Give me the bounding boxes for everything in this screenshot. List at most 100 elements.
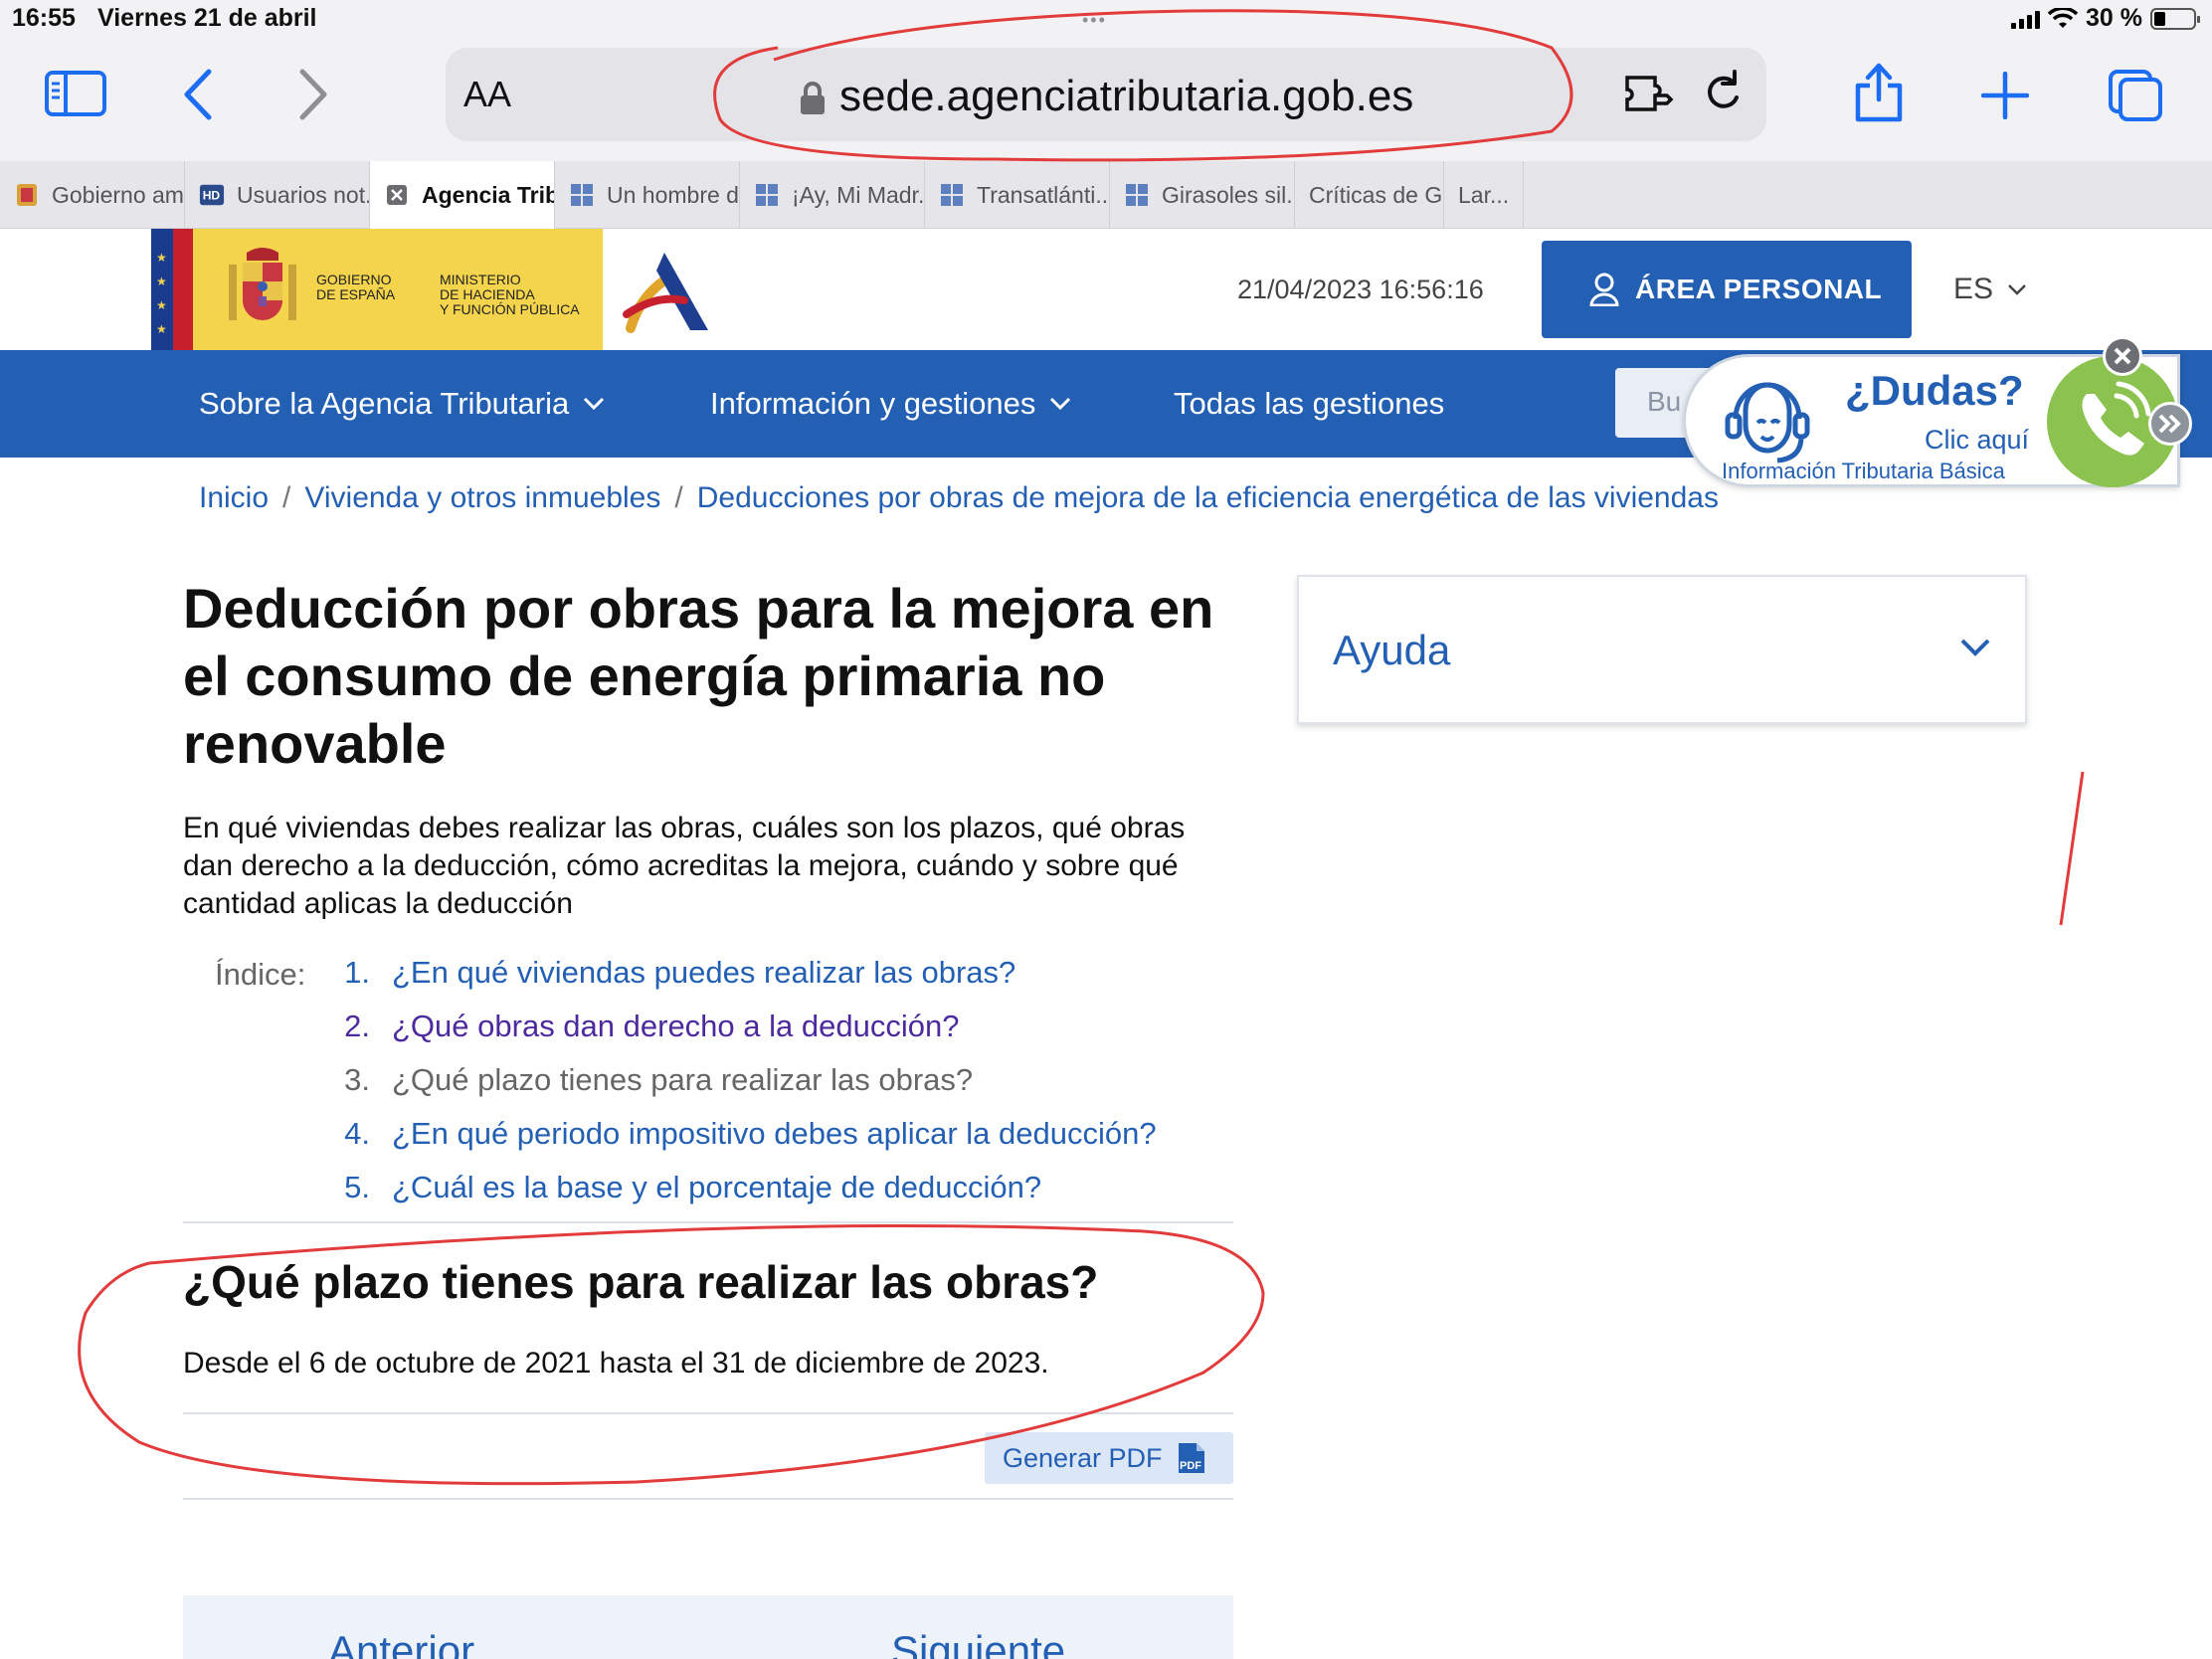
svg-text:PDF: PDF xyxy=(1180,1460,1201,1472)
chevron-down-icon xyxy=(1050,397,1071,411)
index-link[interactable]: ¿Qué obras dan derecho a la deducción? xyxy=(392,1009,959,1062)
double-chevron-right-icon xyxy=(2158,414,2181,434)
browser-tab[interactable]: Agencia Trib... xyxy=(370,161,555,229)
previous-link[interactable]: Anterior xyxy=(328,1627,474,1659)
index-link[interactable]: ¿Cuál es la base y el porcentaje de dedu… xyxy=(392,1170,1041,1223)
address-bar[interactable]: AA sede.agenciatributaria.gob.es xyxy=(446,48,1766,141)
lock-icon xyxy=(801,82,825,114)
ministry-line-2: DE HACIENDA xyxy=(440,286,535,302)
section-text: Desde el 6 de octubre de 2021 hasta el 3… xyxy=(183,1347,1049,1380)
generar-pdf-label: Generar PDF xyxy=(1003,1442,1163,1473)
agencia-tributaria-logo[interactable] xyxy=(621,249,716,334)
gov-line-1: GOBIERNO xyxy=(316,272,392,287)
nav-item-sobre-la-agencia[interactable]: Sobre la Agencia Tributaria xyxy=(199,386,605,422)
area-personal-button[interactable]: ÁREA PERSONAL xyxy=(1542,241,1912,338)
pdf-icon: PDF xyxy=(1178,1443,1204,1473)
language-selector[interactable]: ES xyxy=(1953,273,2027,306)
user-icon xyxy=(1589,273,1619,306)
ayuda-label: Ayuda xyxy=(1333,627,1451,673)
generar-pdf-button[interactable]: Generar PDF PDF xyxy=(985,1432,1233,1484)
nav-item-todas-las-gestiones[interactable]: Todas las gestiones xyxy=(1174,386,1444,422)
sidebar-toggle-icon[interactable] xyxy=(44,70,107,117)
dudas-info: Información Tributaria Básica xyxy=(1722,459,2005,483)
divider xyxy=(183,1498,1233,1500)
breadcrumb-item[interactable]: Inicio xyxy=(199,481,269,514)
back-icon[interactable] xyxy=(181,68,217,121)
text-size-button[interactable]: AA xyxy=(463,74,511,115)
browser-tab[interactable]: Transatlánti... xyxy=(925,161,1110,229)
annotation-stroke xyxy=(2059,771,2085,926)
browser-tab[interactable]: ¡Ay, Mi Madr... xyxy=(740,161,925,229)
share-icon[interactable] xyxy=(1852,62,1906,123)
page-title: Deducción por obras para la mejora en el… xyxy=(183,577,1214,775)
ministry-line-1: MINISTERIO xyxy=(440,272,521,287)
cellular-signal-icon xyxy=(2011,9,2041,29)
chevron-down-icon xyxy=(2008,284,2026,295)
language-label: ES xyxy=(1953,273,1994,305)
tab-label: Críticas de G... xyxy=(1309,181,1443,208)
dudas-title: ¿Dudas? xyxy=(1845,367,2024,414)
hd-icon: HD xyxy=(199,182,225,208)
index-link[interactable]: ¿En qué periodo impositivo debes aplicar… xyxy=(392,1116,1157,1170)
grid-icon xyxy=(754,182,780,208)
new-tab-icon[interactable] xyxy=(1981,72,2029,119)
wifi-icon xyxy=(2048,7,2079,28)
index-item[interactable]: 5. ¿Cuál es la base y el porcentaje de de… xyxy=(344,1170,1157,1223)
browser-tab[interactable]: Un hombre d... xyxy=(555,161,740,229)
close-widget-button[interactable] xyxy=(2103,336,2142,376)
status-time: 16:55 xyxy=(12,4,76,32)
header-datetime: 21/04/2023 16:56:16 xyxy=(1237,275,1484,304)
tab-label: ¡Ay, Mi Madr... xyxy=(792,181,925,208)
section-title: ¿Qué plazo tienes para realizar las obra… xyxy=(183,1256,1099,1308)
ministry-line-3: Y FUNCIÓN PÚBLICA xyxy=(440,301,580,317)
status-bar: 16:55 Viernes 21 de abril ••• 30 % xyxy=(0,0,2212,40)
tab-overview-icon[interactable] xyxy=(2107,68,2164,123)
battery-percent: 30 % xyxy=(2086,4,2142,32)
url-text[interactable]: sede.agenciatributaria.gob.es xyxy=(839,72,1413,121)
index-list: 1. ¿En qué viviendas puedes realizar las … xyxy=(344,955,1157,1223)
browser-tab[interactable]: Críticas de G... xyxy=(1295,161,1444,229)
browser-tab[interactable]: Gobierno am... xyxy=(0,161,185,229)
index-label: Índice: xyxy=(215,957,306,992)
divider xyxy=(183,1412,1233,1414)
index-number: 3. xyxy=(344,1062,370,1097)
index-number: 5. xyxy=(344,1170,370,1204)
reload-icon[interactable] xyxy=(1701,70,1747,117)
index-link[interactable]: ¿En qué viviendas puedes realizar las ob… xyxy=(392,955,1015,1009)
breadcrumb: Inicio / Vivienda y otros inmuebles / Deducc… xyxy=(199,481,1719,515)
breadcrumb-item[interactable]: Deducciones por obras de mejora de la ef… xyxy=(697,481,1719,514)
index-item[interactable]: 2. ¿Qué obras dan derecho a la deducción? xyxy=(344,1009,1157,1062)
nav-label: Todas las gestiones xyxy=(1174,386,1445,421)
index-item[interactable]: 1. ¿En qué viviendas puedes realizar las … xyxy=(344,955,1157,1009)
index-item: 3. ¿Qué plazo tienes para realizar las ob… xyxy=(344,1062,1157,1116)
status-indicators: 30 % xyxy=(2011,4,2200,33)
ministerio-text: MINISTERIO DE HACIENDA Y FUNCIÓN PÚBLICA xyxy=(440,273,580,317)
nav-label: Información y gestiones xyxy=(710,386,1036,421)
breadcrumb-separator: / xyxy=(282,481,291,514)
area-personal-label: ÁREA PERSONAL xyxy=(1635,274,1883,304)
forward-icon[interactable] xyxy=(294,68,330,121)
dudas-subtitle: Clic aquí xyxy=(1925,425,2030,455)
tab-label: Girasoles sil... xyxy=(1162,181,1295,208)
browser-tab[interactable]: Girasoles sil... xyxy=(1110,161,1295,229)
gov-line-2: DE ESPAÑA xyxy=(316,286,396,302)
next-link[interactable]: Siguiente xyxy=(891,1627,1065,1659)
index-number: 2. xyxy=(344,1009,370,1043)
breadcrumb-item[interactable]: Vivienda y otros inmuebles xyxy=(304,481,660,514)
grid-icon xyxy=(939,182,965,208)
multitasking-dots-icon[interactable]: ••• xyxy=(1082,10,1107,31)
battery-level xyxy=(2154,11,2165,26)
ayuda-accordion[interactable]: Ayuda xyxy=(1297,575,2027,724)
index-item[interactable]: 4. ¿En qué periodo impositivo debes aplic… xyxy=(344,1116,1157,1170)
spain-shield-icon xyxy=(14,182,40,208)
extension-icon[interactable] xyxy=(1623,72,1675,115)
gobierno-de-espana-logo[interactable]: ★ ★ ★ ★ GOBIERNO DE ESPAÑA MINISTERIO DE HA… xyxy=(151,229,603,350)
eu-flag-icon: ★ ★ ★ ★ xyxy=(151,229,173,350)
browser-tab[interactable]: Lar... xyxy=(1444,161,1524,229)
expand-widget-button[interactable] xyxy=(2148,402,2192,446)
browser-tab[interactable]: HD Usuarios not... xyxy=(185,161,370,229)
tab-label: Agencia Trib... xyxy=(422,181,554,208)
nav-item-informacion-y-gestiones[interactable]: Información y gestiones xyxy=(710,386,1071,422)
svg-text:HD: HD xyxy=(203,189,221,203)
close-icon[interactable] xyxy=(384,182,410,208)
